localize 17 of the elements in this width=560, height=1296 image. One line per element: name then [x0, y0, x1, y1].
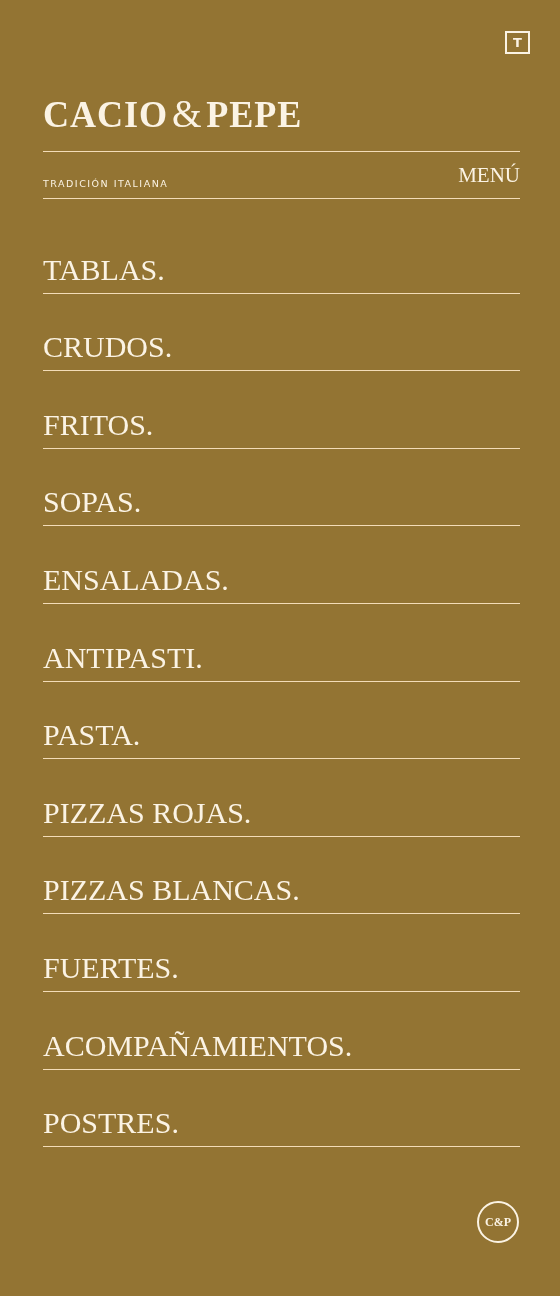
- category-link[interactable]: FUERTES.: [43, 914, 520, 992]
- category-link[interactable]: PIZZAS ROJAS.: [43, 759, 520, 837]
- category-link[interactable]: PASTA.: [43, 681, 520, 760]
- category-link[interactable]: ACOMPAÑAMIENTOS.: [43, 991, 520, 1070]
- category-link[interactable]: TABLAS.: [43, 216, 520, 294]
- tagline: TRADICIÓN ITALIANA: [43, 178, 169, 189]
- category-link[interactable]: ANTIPASTI.: [43, 603, 520, 682]
- menu-link[interactable]: MENÚ: [458, 162, 520, 188]
- category-link[interactable]: POSTRES.: [43, 1069, 520, 1148]
- category-link[interactable]: PIZZAS BLANCAS.: [43, 836, 520, 915]
- category-link[interactable]: SOPAS.: [43, 448, 520, 527]
- monogram-badge[interactable]: C&P: [477, 1201, 519, 1244]
- text-size-button[interactable]: T: [505, 31, 530, 54]
- category-link[interactable]: FRITOS.: [43, 371, 520, 449]
- logo: CACIO&PEPE: [43, 91, 303, 137]
- category-link[interactable]: CRUDOS.: [43, 293, 520, 372]
- category-link[interactable]: ENSALADAS.: [43, 526, 520, 604]
